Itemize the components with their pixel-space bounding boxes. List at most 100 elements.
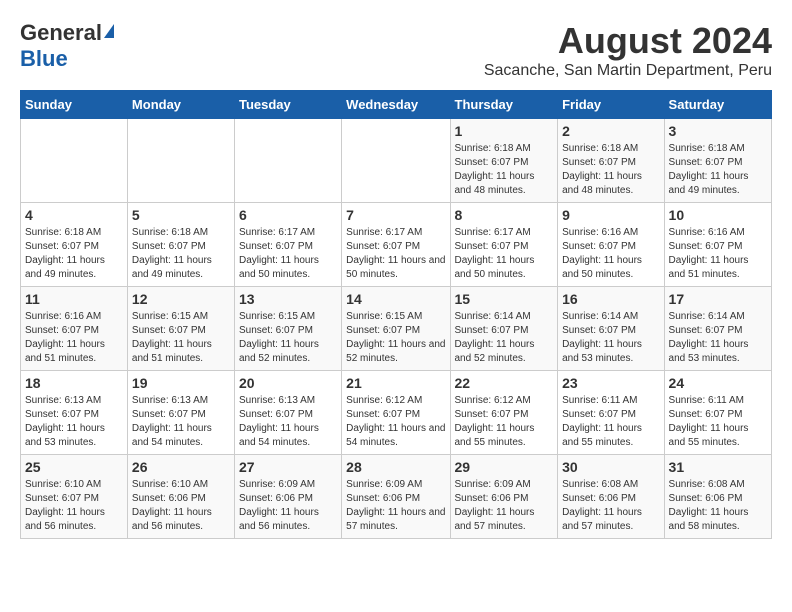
header-saturday: Saturday bbox=[664, 91, 771, 119]
subtitle: Sacanche, San Martin Department, Peru bbox=[484, 62, 772, 80]
calendar-cell: 24Sunrise: 6:11 AMSunset: 6:07 PMDayligh… bbox=[664, 371, 771, 455]
day-number: 1 bbox=[455, 123, 554, 139]
calendar-cell: 29 Sunrise: 6:09 AMSunset: 6:06 PMDayligh… bbox=[450, 455, 558, 539]
day-number: 29 bbox=[455, 459, 554, 475]
calendar-cell: 18 Sunrise: 6:13 AMSunset: 6:07 PMDayligh… bbox=[21, 371, 128, 455]
calendar-cell bbox=[234, 119, 341, 203]
header-monday: Monday bbox=[127, 91, 234, 119]
calendar-cell: 30 Sunrise: 6:08 AMSunset: 6:06 PMDayligh… bbox=[558, 455, 664, 539]
calendar-cell: 1 Sunrise: 6:18 AMSunset: 6:07 PMDaylight… bbox=[450, 119, 558, 203]
calendar-cell: 3 Sunrise: 6:18 AMSunset: 6:07 PMDaylight… bbox=[664, 119, 771, 203]
calendar-cell: 26Sunrise: 6:10 AMSunset: 6:06 PMDayligh… bbox=[127, 455, 234, 539]
day-number: 27 bbox=[239, 459, 337, 475]
day-info: Sunrise: 6:12 AMSunset: 6:07 PMDaylight:… bbox=[346, 394, 445, 450]
header-friday: Friday bbox=[558, 91, 664, 119]
day-number: 7 bbox=[346, 207, 445, 223]
day-number: 30 bbox=[562, 459, 659, 475]
calendar-cell: 10 Sunrise: 6:16 AMSunset: 6:07 PMDayligh… bbox=[664, 203, 771, 287]
day-number: 19 bbox=[132, 375, 230, 391]
calendar-cell: 27 Sunrise: 6:09 AMSunset: 6:06 PMDayligh… bbox=[234, 455, 341, 539]
day-number: 18 bbox=[25, 375, 123, 391]
calendar-cell: 7 Sunrise: 6:17 AMSunset: 6:07 PMDaylight… bbox=[342, 203, 450, 287]
logo-triangle-icon bbox=[104, 24, 114, 38]
day-number: 10 bbox=[669, 207, 767, 223]
calendar-cell bbox=[127, 119, 234, 203]
calendar-week-5: 25Sunrise: 6:10 AMSunset: 6:07 PMDayligh… bbox=[21, 455, 772, 539]
calendar-cell: 20 Sunrise: 6:13 AMSunset: 6:07 PMDayligh… bbox=[234, 371, 341, 455]
day-number: 9 bbox=[562, 207, 659, 223]
day-info: Sunrise: 6:13 AMSunset: 6:07 PMDaylight:… bbox=[25, 394, 123, 450]
calendar-week-3: 11 Sunrise: 6:16 AMSunset: 6:07 PMDayligh… bbox=[21, 287, 772, 371]
calendar-cell: 23Sunrise: 6:11 AMSunset: 6:07 PMDayligh… bbox=[558, 371, 664, 455]
day-info: Sunrise: 6:16 AMSunset: 6:07 PMDaylight:… bbox=[562, 226, 659, 282]
day-number: 6 bbox=[239, 207, 337, 223]
day-info: Sunrise: 6:09 AMSunset: 6:06 PMDaylight:… bbox=[346, 478, 445, 534]
calendar-cell: 31Sunrise: 6:08 AMSunset: 6:06 PMDayligh… bbox=[664, 455, 771, 539]
day-number: 2 bbox=[562, 123, 659, 139]
day-info: Sunrise: 6:09 AMSunset: 6:06 PMDaylight:… bbox=[455, 478, 554, 534]
day-number: 14 bbox=[346, 291, 445, 307]
logo-general: General bbox=[20, 20, 102, 46]
day-number: 3 bbox=[669, 123, 767, 139]
day-info: Sunrise: 6:13 AMSunset: 6:07 PMDaylight:… bbox=[239, 394, 337, 450]
calendar-week-2: 4 Sunrise: 6:18 AMSunset: 6:07 PMDaylight… bbox=[21, 203, 772, 287]
day-info: Sunrise: 6:15 AMSunset: 6:07 PMDaylight:… bbox=[239, 310, 337, 366]
calendar-cell: 14 Sunrise: 6:15 AMSunset: 6:07 PMDayligh… bbox=[342, 287, 450, 371]
calendar-cell: 4 Sunrise: 6:18 AMSunset: 6:07 PMDaylight… bbox=[21, 203, 128, 287]
day-number: 17 bbox=[669, 291, 767, 307]
calendar-cell: 9 Sunrise: 6:16 AMSunset: 6:07 PMDaylight… bbox=[558, 203, 664, 287]
calendar-cell bbox=[342, 119, 450, 203]
header-wednesday: Wednesday bbox=[342, 91, 450, 119]
calendar-cell: 16Sunrise: 6:14 AMSunset: 6:07 PMDayligh… bbox=[558, 287, 664, 371]
day-number: 31 bbox=[669, 459, 767, 475]
day-number: 16 bbox=[562, 291, 659, 307]
day-number: 13 bbox=[239, 291, 337, 307]
day-number: 8 bbox=[455, 207, 554, 223]
day-number: 5 bbox=[132, 207, 230, 223]
day-info: Sunrise: 6:18 AMSunset: 6:07 PMDaylight:… bbox=[455, 142, 554, 198]
header-thursday: Thursday bbox=[450, 91, 558, 119]
day-info: Sunrise: 6:16 AMSunset: 6:07 PMDaylight:… bbox=[25, 310, 123, 366]
page-header: General Blue August 2024 Sacanche, San M… bbox=[20, 20, 772, 80]
day-info: Sunrise: 6:18 AMSunset: 6:07 PMDaylight:… bbox=[132, 226, 230, 282]
calendar-cell: 6Sunrise: 6:17 AMSunset: 6:07 PMDaylight… bbox=[234, 203, 341, 287]
day-info: Sunrise: 6:09 AMSunset: 6:06 PMDaylight:… bbox=[239, 478, 337, 534]
day-info: Sunrise: 6:18 AMSunset: 6:07 PMDaylight:… bbox=[669, 142, 767, 198]
calendar-cell: 21 Sunrise: 6:12 AMSunset: 6:07 PMDayligh… bbox=[342, 371, 450, 455]
day-number: 20 bbox=[239, 375, 337, 391]
day-info: Sunrise: 6:10 AMSunset: 6:06 PMDaylight:… bbox=[132, 478, 230, 534]
day-number: 28 bbox=[346, 459, 445, 475]
main-title: August 2024 bbox=[484, 20, 772, 62]
day-number: 23 bbox=[562, 375, 659, 391]
logo: General Blue bbox=[20, 20, 114, 72]
calendar-cell: 13 Sunrise: 6:15 AMSunset: 6:07 PMDayligh… bbox=[234, 287, 341, 371]
header-sunday: Sunday bbox=[21, 91, 128, 119]
day-info: Sunrise: 6:10 AMSunset: 6:07 PMDaylight:… bbox=[25, 478, 123, 534]
calendar-week-4: 18 Sunrise: 6:13 AMSunset: 6:07 PMDayligh… bbox=[21, 371, 772, 455]
day-number: 24 bbox=[669, 375, 767, 391]
calendar-cell: 28 Sunrise: 6:09 AMSunset: 6:06 PMDayligh… bbox=[342, 455, 450, 539]
calendar-cell: 17Sunrise: 6:14 AMSunset: 6:07 PMDayligh… bbox=[664, 287, 771, 371]
day-number: 12 bbox=[132, 291, 230, 307]
calendar-cell: 2Sunrise: 6:18 AMSunset: 6:07 PMDaylight… bbox=[558, 119, 664, 203]
calendar-cell: 8Sunrise: 6:17 AMSunset: 6:07 PMDaylight… bbox=[450, 203, 558, 287]
day-info: Sunrise: 6:17 AMSunset: 6:07 PMDaylight:… bbox=[346, 226, 445, 282]
title-block: August 2024 Sacanche, San Martin Departm… bbox=[484, 20, 772, 80]
day-number: 11 bbox=[25, 291, 123, 307]
calendar-table: SundayMondayTuesdayWednesdayThursdayFrid… bbox=[20, 90, 772, 539]
day-info: Sunrise: 6:08 AMSunset: 6:06 PMDaylight:… bbox=[562, 478, 659, 534]
day-info: Sunrise: 6:18 AMSunset: 6:07 PMDaylight:… bbox=[25, 226, 123, 282]
calendar-cell: 12Sunrise: 6:15 AMSunset: 6:07 PMDayligh… bbox=[127, 287, 234, 371]
day-info: Sunrise: 6:14 AMSunset: 6:07 PMDaylight:… bbox=[455, 310, 554, 366]
logo-blue: Blue bbox=[20, 46, 68, 72]
day-info: Sunrise: 6:16 AMSunset: 6:07 PMDaylight:… bbox=[669, 226, 767, 282]
calendar-cell: 22Sunrise: 6:12 AMSunset: 6:07 PMDayligh… bbox=[450, 371, 558, 455]
day-info: Sunrise: 6:13 AMSunset: 6:07 PMDaylight:… bbox=[132, 394, 230, 450]
calendar-cell: 15Sunrise: 6:14 AMSunset: 6:07 PMDayligh… bbox=[450, 287, 558, 371]
calendar-cell: 19 Sunrise: 6:13 AMSunset: 6:07 PMDayligh… bbox=[127, 371, 234, 455]
day-number: 4 bbox=[25, 207, 123, 223]
day-info: Sunrise: 6:15 AMSunset: 6:07 PMDaylight:… bbox=[346, 310, 445, 366]
day-number: 22 bbox=[455, 375, 554, 391]
header-tuesday: Tuesday bbox=[234, 91, 341, 119]
day-number: 21 bbox=[346, 375, 445, 391]
